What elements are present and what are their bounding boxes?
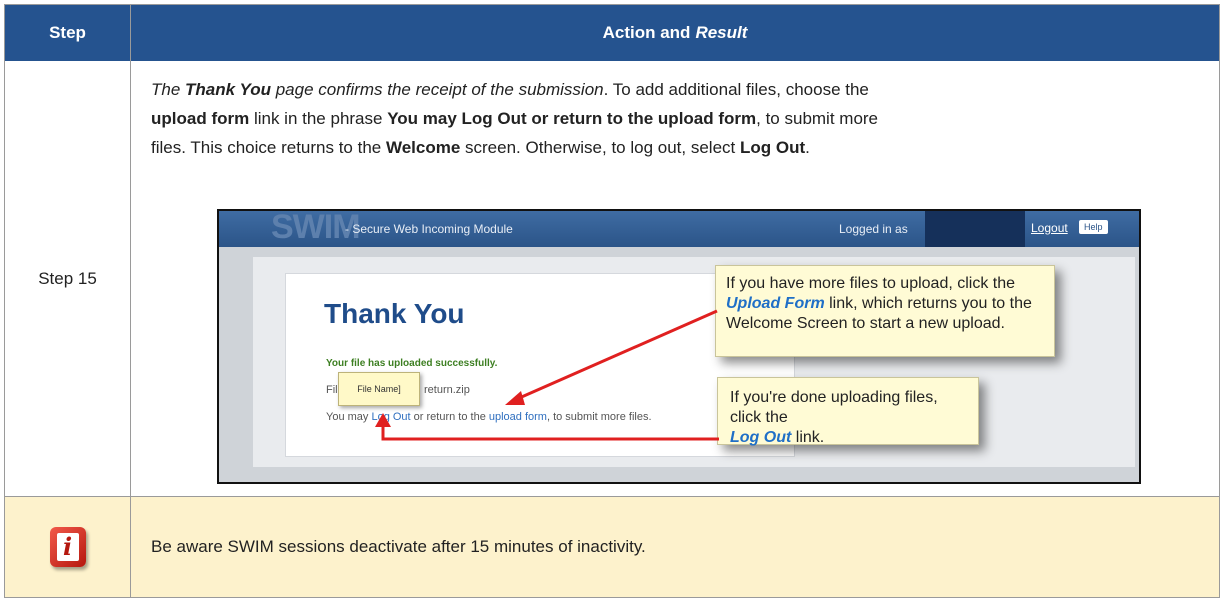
desc-text: screen. Otherwise, to log out, select bbox=[460, 138, 740, 157]
note-text-cell: Be aware SWIM sessions deactivate after … bbox=[131, 497, 1219, 597]
note-text: Be aware SWIM sessions deactivate after … bbox=[151, 537, 646, 556]
description-line-3: files. This choice returns to the Welcom… bbox=[151, 133, 1191, 162]
desc-text: , to submit more bbox=[756, 109, 879, 128]
desc-upload-form: upload form bbox=[151, 109, 250, 128]
desc-text: files. This choice returns to the bbox=[151, 138, 386, 157]
step-label: Step 15 bbox=[38, 268, 97, 288]
desc-text: . To add additional files, choose the bbox=[603, 80, 869, 99]
description-line-1: The Thank You page confirms the receipt … bbox=[151, 75, 1191, 104]
logout-arrowhead bbox=[375, 413, 391, 427]
header-result-label: Result bbox=[695, 23, 748, 42]
table-header: Step Action and Result bbox=[5, 5, 1219, 61]
header-action: Action and Result bbox=[131, 5, 1219, 61]
desc-text: The bbox=[151, 80, 186, 99]
note-icon-cell: i bbox=[5, 497, 131, 597]
annotation-arrows bbox=[375, 309, 719, 441]
desc-welcome: Welcome bbox=[385, 138, 461, 157]
instruction-table: Step Action and Result Step 15 The Thank… bbox=[4, 4, 1220, 598]
header-action-label: Action and bbox=[602, 23, 691, 42]
desc-thank-you: Thank You bbox=[185, 80, 271, 99]
header-step: Step bbox=[5, 5, 131, 61]
desc-text: . bbox=[805, 138, 810, 157]
table-row-step15: Step 15 The Thank You page confirms the … bbox=[5, 61, 1219, 497]
desc-phrase: You may Log Out or return to the upload … bbox=[387, 109, 757, 128]
action-cell: The Thank You page confirms the receipt … bbox=[131, 61, 1219, 496]
desc-log-out: Log Out bbox=[739, 138, 806, 157]
desc-text: page confirms the receipt of the submiss… bbox=[271, 80, 604, 99]
step-description: The Thank You page confirms the receipt … bbox=[151, 75, 1191, 162]
desc-text: link in the phrase bbox=[249, 109, 388, 128]
description-line-2: upload form link in the phrase You may L… bbox=[151, 104, 1191, 133]
upload-arrowhead bbox=[505, 391, 525, 405]
info-icon: i bbox=[49, 527, 86, 567]
header-step-label: Step bbox=[49, 23, 86, 42]
upload-arrow-line bbox=[516, 309, 718, 401]
table-row-note: i Be aware SWIM sessions deactivate afte… bbox=[5, 497, 1219, 597]
step-cell: Step 15 bbox=[5, 61, 131, 496]
swim-screenshot: SWIM - Secure Web Incoming Module Logged… bbox=[217, 209, 1141, 484]
logout-arrow-line bbox=[381, 425, 719, 441]
